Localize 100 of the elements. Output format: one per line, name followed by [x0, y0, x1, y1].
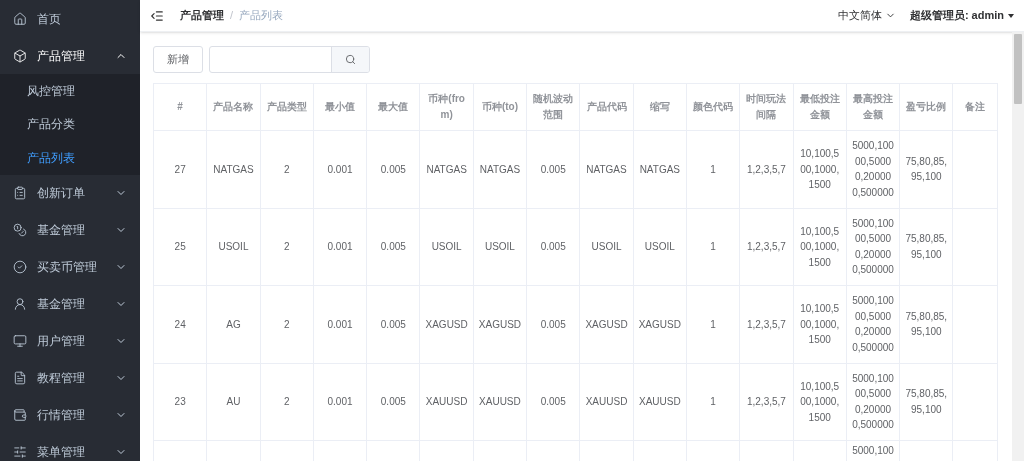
table-cell: 0.005: [527, 131, 581, 209]
caret-icon: [1008, 13, 1014, 18]
menu-item[interactable]: 教程管理: [0, 359, 140, 397]
menu-item[interactable]: 用户管理: [0, 322, 140, 360]
table-cell: 1: [686, 131, 741, 209]
submenu-item[interactable]: 产品分类: [0, 107, 140, 142]
table-cell: XAGUSD: [420, 286, 474, 364]
menu-icon[interactable]: [150, 8, 164, 23]
user-icon: [13, 297, 27, 312]
table-cell: 0.001: [313, 208, 368, 286]
table-cell: 0.005: [367, 131, 421, 209]
table-cell: AU: [207, 363, 261, 441]
table-cell: 27: [154, 131, 208, 209]
table-cell: NATGAS: [207, 131, 261, 209]
add-button[interactable]: 新增: [153, 46, 203, 73]
table-cell: NATGAS: [473, 131, 528, 209]
menu-item[interactable]: 产品管理: [0, 37, 140, 74]
table-cell: 5000,100: [852, 445, 894, 457]
table-cell: 5000,10000,50000,200000,500000: [846, 131, 901, 209]
table-cell: 0.005: [367, 363, 421, 441]
sliders-icon: [13, 445, 27, 460]
column-header: 产品类型: [260, 84, 314, 131]
user-label: 超级管理员:: [909, 8, 969, 24]
table-cell: 0.005: [527, 363, 581, 441]
table-cell: 0.005: [367, 208, 421, 286]
submenu-item[interactable]: 产品列表: [0, 141, 140, 175]
table-cell: 0.005: [367, 286, 421, 364]
table-cell: 0.001: [313, 286, 368, 364]
table-cell: USOIL: [580, 208, 634, 286]
language-select[interactable]: 中文简体: [837, 7, 896, 24]
coins-icon: [13, 223, 27, 238]
table-cell: XAUUSD: [580, 363, 634, 441]
table-cell: 1: [686, 363, 741, 441]
table-cell: 2: [260, 286, 314, 364]
table-cell: 1,2,3,5,7: [740, 131, 794, 209]
table-cell: 5000,10000,50000,200000,500000: [846, 363, 901, 441]
column-header: 颜色代码: [686, 84, 741, 131]
search-button[interactable]: [331, 47, 369, 72]
table-cell: 0.001: [313, 131, 368, 209]
cube-icon: [13, 48, 27, 63]
column-header: 币种(to): [473, 84, 528, 131]
column-header: 最低投注金额: [793, 84, 847, 131]
table-cell: 75,80,85,95,100: [900, 131, 954, 209]
table-cell: 75,80,85,95,100: [900, 208, 954, 286]
table-cell: USOIL: [633, 208, 687, 286]
clipboard-icon: [13, 186, 27, 201]
table-cell: AG: [207, 286, 261, 364]
document-icon: [13, 371, 27, 386]
search-icon: [345, 54, 356, 65]
table-cell: XAGUSD: [633, 286, 687, 364]
table-cell: XAUUSD: [633, 363, 687, 441]
table-cell: 2: [260, 363, 314, 441]
search-field[interactable]: [209, 46, 370, 73]
table-cell: XAGUSD: [580, 286, 634, 364]
scrollbar[interactable]: [1012, 32, 1024, 461]
table-cell: 10,100,500,1000,1500: [793, 363, 847, 441]
table-cell: 1,2,3,5,7: [740, 208, 794, 286]
table-cell: 10,100,500,1000,1500: [793, 208, 847, 286]
home-icon: [13, 11, 27, 26]
table-cell: 1,2,3,5,7: [740, 363, 794, 441]
column-header: 备注: [953, 84, 999, 131]
menu-item[interactable]: 基金管理: [0, 211, 140, 249]
column-header: 产品代码: [580, 84, 634, 131]
table-cell: USOIL: [473, 208, 528, 286]
table-cell: USOIL: [420, 208, 474, 286]
table-cell: NATGAS: [580, 131, 634, 209]
menu-item[interactable]: 买卖币管理: [0, 248, 140, 286]
breadcrumb-item: 产品列表: [239, 8, 284, 24]
table-cell: 75,80,85,95,100: [900, 363, 954, 441]
table-cell: 75,80,85,95,100: [900, 286, 954, 364]
monitor-icon: [13, 334, 27, 349]
menu-item[interactable]: 首页: [0, 0, 140, 37]
column-header: 时间玩法间隔: [740, 84, 794, 131]
column-header: #: [154, 84, 208, 131]
column-header: 盈亏比例: [900, 84, 954, 131]
scrollbar-thumb[interactable]: [1014, 34, 1022, 104]
menu-item[interactable]: 行情管理: [0, 396, 140, 434]
table-cell: NATGAS: [633, 131, 687, 209]
column-header: 最大值: [367, 84, 421, 131]
table-cell: 24: [154, 286, 208, 364]
table-cell: NATGAS: [420, 131, 474, 209]
table-cell: 5000,10000,50000,200000,500000: [846, 208, 901, 286]
column-header: 随机波动范围: [527, 84, 581, 131]
submenu-item[interactable]: 风控管理: [0, 74, 140, 108]
table-cell: 0.005: [527, 208, 581, 286]
wallet-icon: [13, 408, 27, 423]
table-cell: 1,2,3,5,7: [740, 286, 794, 364]
table-cell: 2: [260, 208, 314, 286]
menu-item[interactable]: 菜单管理: [0, 433, 140, 461]
user-menu[interactable]: admin: [971, 7, 1004, 24]
table-cell: 1: [686, 286, 741, 364]
column-header: 缩写: [633, 84, 687, 131]
menu-item[interactable]: 基金管理: [0, 285, 140, 323]
table-cell: 23: [154, 363, 208, 441]
breadcrumb-item[interactable]: 产品管理: [180, 7, 224, 24]
table-cell: 25: [154, 208, 208, 286]
menu-item[interactable]: 创新订单: [0, 174, 140, 212]
table-cell: 0.005: [527, 286, 581, 364]
column-header: 最高投注金额: [846, 84, 901, 131]
table-cell: 5000,10000,50000,200000,500000: [846, 286, 901, 364]
